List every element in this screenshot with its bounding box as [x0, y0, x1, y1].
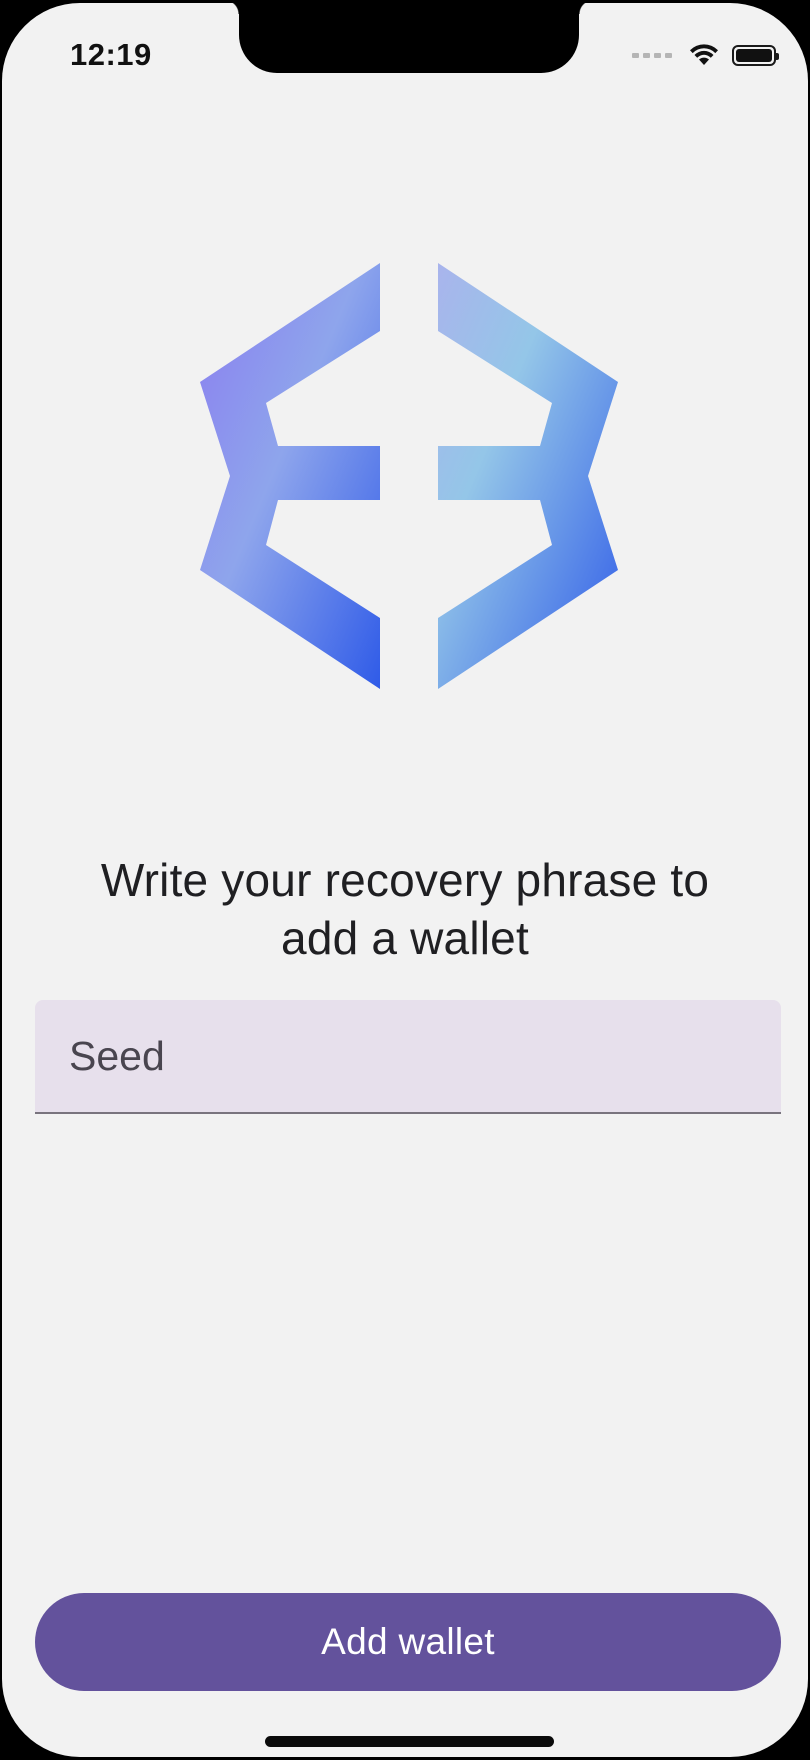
exodus-logo — [200, 263, 618, 689]
app-screen: 12:19 Write your recovery phrase to add … — [2, 3, 808, 1757]
add-wallet-button[interactable]: Add wallet — [35, 1593, 781, 1691]
device-frame: 12:19 Write your recovery phrase to add … — [0, 0, 810, 1760]
status-bar-icons — [632, 43, 779, 67]
wifi-icon — [690, 44, 718, 65]
cellular-signal-icon — [632, 52, 672, 58]
battery-icon — [732, 44, 779, 66]
seed-input[interactable] — [69, 1000, 749, 1112]
status-bar-time: 12:19 — [70, 37, 152, 72]
home-indicator — [265, 1736, 554, 1747]
device-notch — [225, 3, 593, 73]
seed-field[interactable] — [35, 1000, 781, 1114]
page-heading: Write your recovery phrase to add a wall… — [100, 854, 710, 964]
